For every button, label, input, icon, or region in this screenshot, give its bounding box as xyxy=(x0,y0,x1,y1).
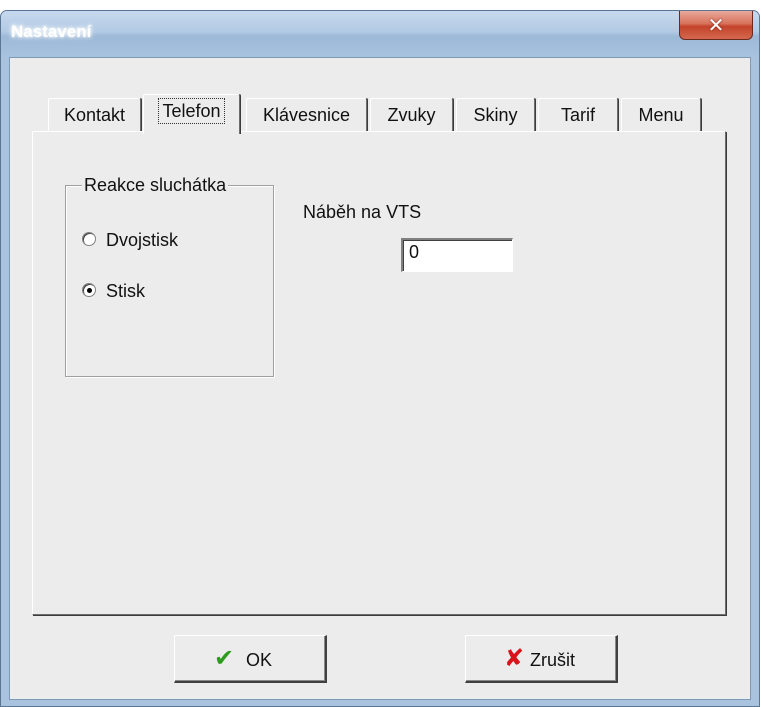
dialog-client-area: Kontakt Telefon Klávesnice Zvuky Skiny T… xyxy=(9,57,751,700)
tab-label: Klávesnice xyxy=(262,105,351,125)
tab-label: Zvuky xyxy=(387,105,436,125)
tab-label: Tarif xyxy=(560,105,595,125)
window-title: Nastavení xyxy=(11,22,92,41)
radio-label: Dvojstisk xyxy=(106,230,179,250)
title-bar[interactable]: Nastavení ✕ xyxy=(1,11,759,57)
tab-label: Kontakt xyxy=(63,105,126,125)
vts-input[interactable]: 0 xyxy=(401,238,513,272)
settings-dialog: Nastavení ✕ Kontakt Telefon Klávesnice Z… xyxy=(0,10,760,707)
tab-panel-telefon: Reakce sluchátka Dvojstisk Stisk Náběh n… xyxy=(32,131,726,615)
radio-selected-dot xyxy=(87,288,92,293)
tab-strip: Kontakt Telefon Klávesnice Zvuky Skiny T… xyxy=(10,58,750,138)
tab-menu[interactable]: Menu xyxy=(621,98,701,132)
radio-button-icon[interactable] xyxy=(82,232,96,246)
cancel-button-label: Zrušit xyxy=(530,650,575,670)
ok-button[interactable]: ✔ OK xyxy=(174,635,327,683)
tab-tarif[interactable]: Tarif xyxy=(538,98,618,132)
ok-button-label: OK xyxy=(246,650,273,670)
cropped-heading-text: VTS? xyxy=(0,0,102,9)
tab-telefon[interactable]: Telefon xyxy=(143,94,240,134)
handset-reaction-group: Reakce sluchátka Dvojstisk Stisk xyxy=(65,174,274,377)
check-icon: ✔ xyxy=(214,645,235,672)
tab-label: Menu xyxy=(638,105,684,125)
tab-klavesnice[interactable]: Klávesnice xyxy=(246,98,367,132)
radio-button-icon[interactable] xyxy=(82,283,96,297)
close-button[interactable]: ✕ xyxy=(679,11,753,40)
tab-label: Telefon xyxy=(158,98,225,124)
radio-label: Stisk xyxy=(106,281,146,301)
tab-skiny[interactable]: Skiny xyxy=(456,98,535,132)
close-icon: ✕ xyxy=(707,13,725,37)
x-icon: ✘ xyxy=(504,645,525,672)
tab-kontakt[interactable]: Kontakt xyxy=(48,98,141,132)
tab-label: Skiny xyxy=(473,105,518,125)
cancel-button[interactable]: ✘ Zrušit xyxy=(465,635,618,683)
tab-zvuky[interactable]: Zvuky xyxy=(370,98,453,132)
vts-label: Náběh na VTS xyxy=(303,202,422,222)
group-title: Reakce sluchátka xyxy=(82,174,229,196)
